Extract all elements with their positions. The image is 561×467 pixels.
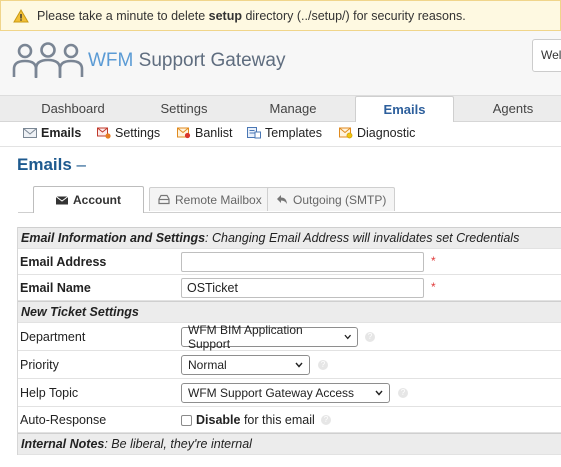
tab-agents[interactable]: Agents — [467, 96, 559, 122]
tab-settings[interactable]: Settings — [138, 96, 230, 122]
subnav-banlist[interactable]: Banlist — [177, 126, 233, 140]
row-auto-response: Auto-Response Disable for this email ? — [18, 407, 561, 433]
chevron-down-icon — [295, 362, 303, 368]
subnav-diagnostic[interactable]: Diagnostic — [339, 126, 415, 140]
email-settings-icon — [97, 127, 111, 139]
section-new-ticket-settings: New Ticket Settings — [18, 301, 561, 323]
auto-response-label: Auto-Response — [20, 412, 107, 427]
subnav-settings[interactable]: Settings — [97, 126, 160, 140]
banlist-icon — [177, 127, 191, 139]
row-help-topic: Help Topic WFM Support Gateway Access ? — [18, 379, 561, 407]
priority-label: Priority — [20, 357, 59, 372]
tab-remote-mailbox[interactable]: Remote Mailbox — [149, 187, 271, 211]
department-label: Department — [20, 329, 86, 344]
required-marker: * — [431, 254, 436, 268]
tab-account[interactable]: Account — [33, 186, 144, 213]
department-select[interactable]: WFM BIM Application Support — [181, 323, 358, 351]
tab-emails[interactable]: Emails — [355, 96, 454, 123]
subnav-templates[interactable]: Templates — [247, 126, 322, 140]
logo-text: WFM Support Gateway — [88, 50, 286, 71]
welcome-box: Welcome — [532, 39, 561, 72]
section-internal-notes: Internal Notes: Be liberal, they're inte… — [18, 433, 561, 455]
reply-arrow-icon — [277, 195, 287, 204]
site-logo[interactable]: WFM Support Gateway — [12, 41, 285, 81]
emails-sub-nav: Emails Settings Banlist Templates Diagno… — [0, 122, 561, 147]
main-nav-tabs: Dashboard Settings Manage Emails Agents — [0, 96, 561, 123]
help-topic-label: Help Topic — [20, 385, 79, 400]
row-email-name: Email Name * — [18, 275, 561, 301]
email-name-input[interactable] — [181, 278, 424, 298]
subnav-emails[interactable]: Emails — [23, 126, 81, 140]
chevron-down-icon — [375, 390, 383, 396]
envelope-icon — [23, 128, 37, 138]
warning-icon — [13, 8, 29, 22]
tab-dashboard[interactable]: Dashboard — [27, 96, 119, 122]
tab-manage[interactable]: Manage — [247, 96, 339, 122]
email-address-label: Email Address — [20, 254, 107, 269]
priority-select[interactable]: Normal — [181, 355, 310, 375]
help-icon[interactable]: ? — [318, 360, 328, 370]
email-form-tabs: Account Remote Mailbox Outgoing (SMTP) — [18, 185, 561, 213]
templates-icon — [247, 127, 261, 139]
envelope-icon — [56, 195, 68, 204]
required-marker: * — [431, 280, 436, 294]
row-email-address: Email Address * — [18, 249, 561, 275]
chevron-down-icon — [343, 334, 351, 340]
page-title: Emails – — [17, 155, 86, 174]
row-priority: Priority Normal ? — [18, 351, 561, 379]
help-icon[interactable]: ? — [398, 388, 408, 398]
tab-outgoing-smtp[interactable]: Outgoing (SMTP) — [267, 187, 396, 211]
disable-autoresponse-checkbox[interactable] — [181, 415, 192, 427]
help-icon[interactable]: ? — [321, 415, 331, 425]
email-name-label: Email Name — [20, 280, 91, 295]
email-address-input[interactable] — [181, 252, 424, 272]
auto-response-option: Disable for this email — [181, 413, 315, 427]
email-account-form: Email Information and Settings: Changing… — [17, 227, 561, 455]
people-logo-icon — [12, 42, 84, 78]
site-header: WFM Support Gateway Welcome — [0, 31, 561, 96]
inbox-icon — [158, 194, 170, 205]
diagnostic-icon — [339, 127, 353, 139]
warning-text: Please take a minute to delete setup dir… — [37, 8, 466, 23]
security-warning-banner: Please take a minute to delete setup dir… — [0, 0, 561, 31]
section-email-information: Email Information and Settings: Changing… — [18, 227, 561, 249]
row-department: Department WFM BIM Application Support ? — [18, 323, 561, 351]
help-icon[interactable]: ? — [365, 332, 375, 342]
help-topic-select[interactable]: WFM Support Gateway Access — [181, 383, 390, 403]
